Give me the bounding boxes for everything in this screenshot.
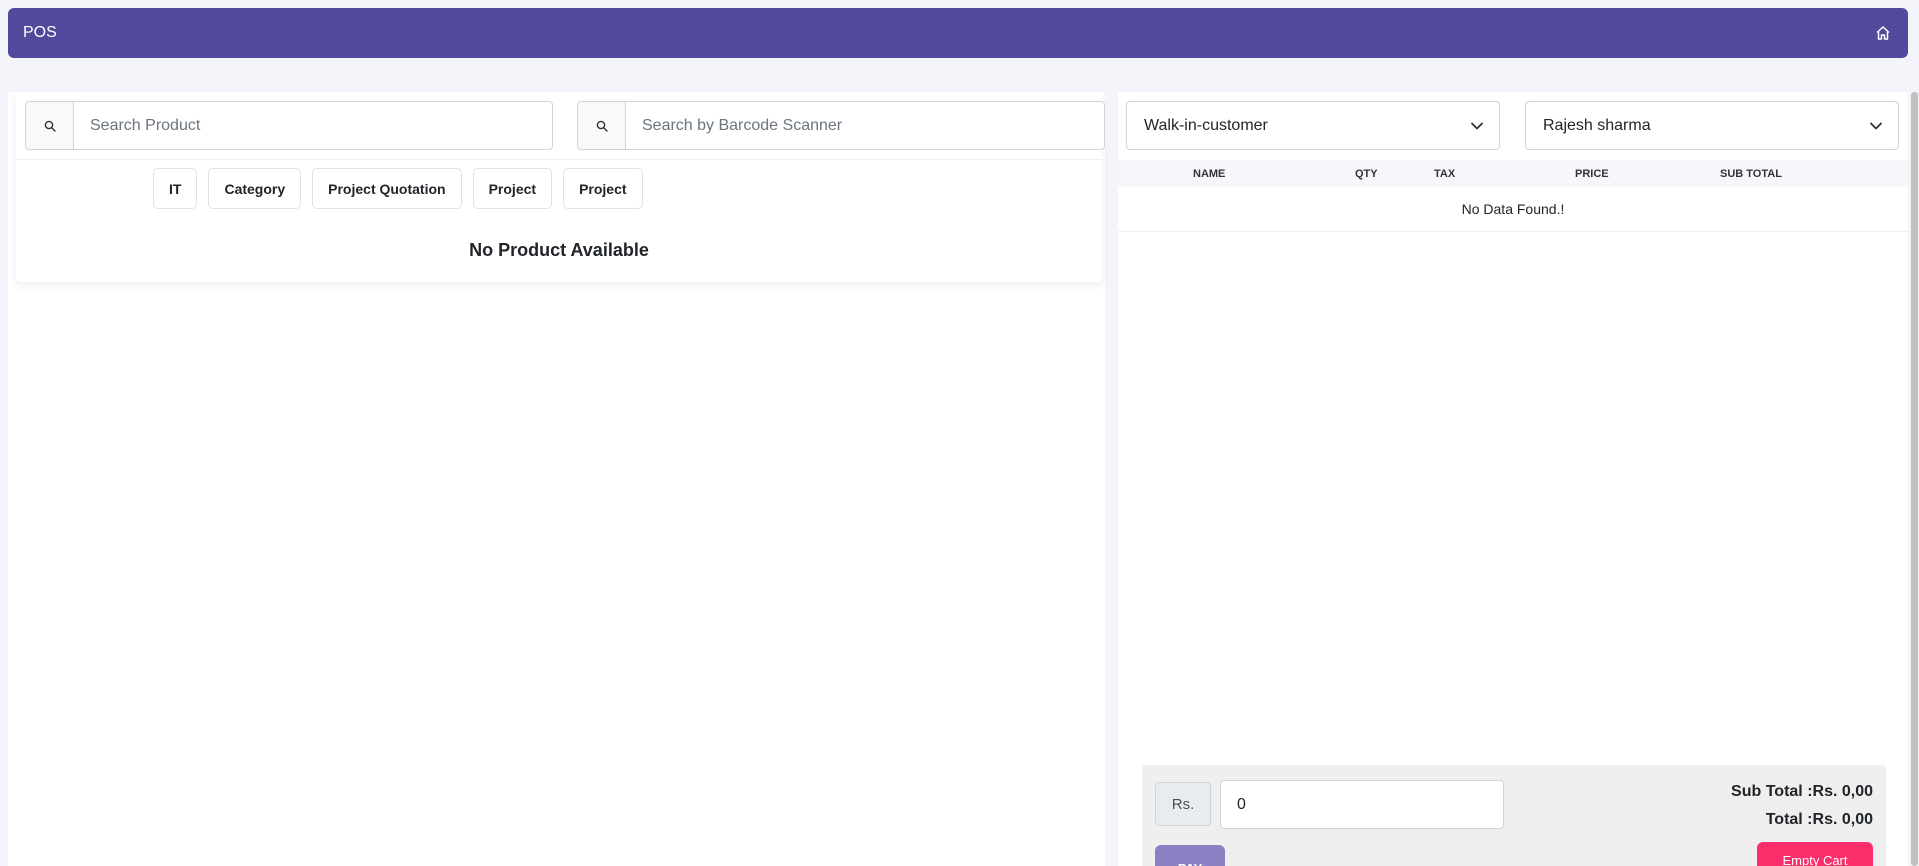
currency-label: Rs. (1155, 782, 1211, 826)
product-card: IT Category Project Quotation Project Pr… (16, 92, 1105, 282)
checkout-footer: Rs. Sub Total :Rs. 0,00 Total :Rs. 0,00 … (1142, 765, 1886, 866)
category-button-category[interactable]: Category (208, 168, 302, 209)
total-text: Total :Rs. 0,00 (1765, 811, 1873, 828)
divider (16, 159, 1102, 160)
search-icon (26, 102, 74, 149)
user-select-value: Rajesh sharma (1543, 116, 1651, 134)
column-header-sub-total: SUB TOTAL (1720, 168, 1782, 180)
column-header-qty: QTY (1355, 168, 1378, 180)
product-search-group (25, 101, 553, 150)
category-button-project-2[interactable]: Project (563, 168, 643, 209)
scrollbar-thumb[interactable] (1911, 92, 1918, 866)
barcode-search-group (577, 101, 1105, 150)
category-button-project[interactable]: Project (472, 168, 553, 209)
product-panel: IT Category Project Quotation Project Pr… (8, 92, 1105, 866)
no-product-message: No Product Available (469, 240, 649, 260)
empty-cart-button[interactable]: Empty Cart (1757, 842, 1873, 866)
column-header-tax: TAX (1434, 168, 1456, 180)
barcode-search-input[interactable] (626, 102, 1104, 149)
chevron-down-icon (1471, 117, 1483, 135)
totals-summary: Sub Total :Rs. 0,00 Total :Rs. 0,00 (1731, 778, 1873, 834)
product-search-input[interactable] (74, 102, 552, 149)
customer-select-value: Walk-in-customer (1144, 116, 1268, 134)
column-header-price: PRICE (1575, 168, 1609, 180)
cart-table-header: NAME QTY TAX PRICE SUB TOTAL (1118, 160, 1908, 187)
column-header-name: NAME (1193, 168, 1226, 180)
amount-input[interactable] (1220, 780, 1504, 829)
category-button-project-quotation[interactable]: Project Quotation (312, 168, 462, 209)
category-tabs: IT Category Project Quotation Project Pr… (153, 168, 643, 209)
customer-select[interactable]: Walk-in-customer (1126, 101, 1500, 150)
user-select[interactable]: Rajesh sharma (1525, 101, 1899, 150)
chevron-down-icon (1870, 117, 1882, 135)
cart-panel: Walk-in-customer Rajesh sharma NAME QTY … (1118, 92, 1908, 866)
category-button-it[interactable]: IT (153, 168, 198, 209)
top-navbar: POS (8, 8, 1908, 58)
cart-empty-message: No Data Found.! (1118, 187, 1908, 232)
search-icon (578, 102, 626, 149)
page-scrollbar[interactable] (1910, 92, 1919, 866)
page-title: POS (23, 24, 57, 41)
pay-button[interactable]: PAY (1155, 845, 1225, 866)
sub-total-text: Sub Total :Rs. 0,00 (1731, 783, 1873, 800)
home-icon[interactable] (1872, 22, 1894, 44)
